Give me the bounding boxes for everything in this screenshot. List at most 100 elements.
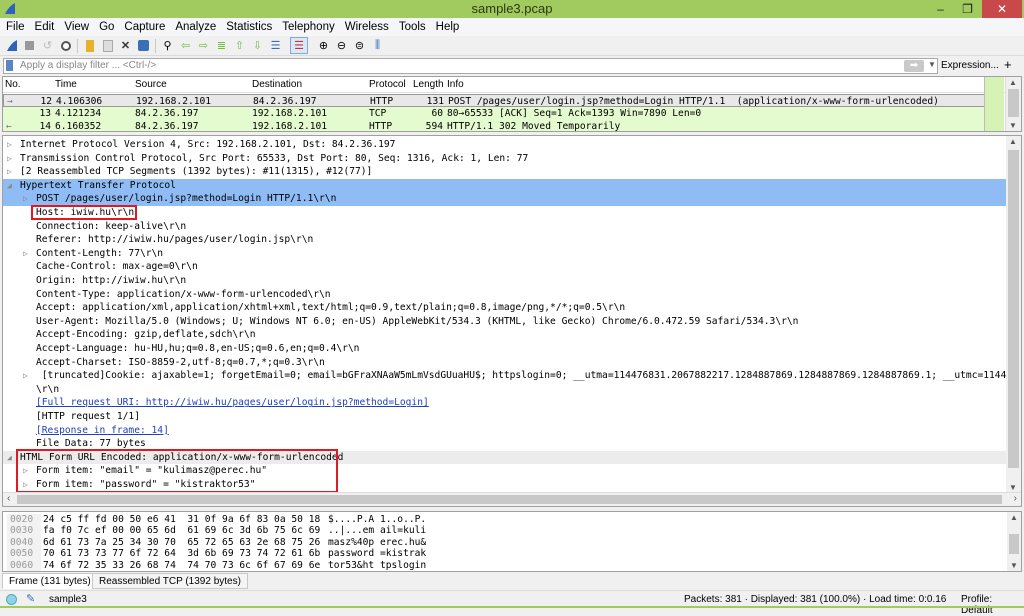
detail-tree-row[interactable]: Referer: http://iwiw.hu/pages/user/login… [3,233,1007,247]
packet-row[interactable]: ← 14 6.160352 84.2.36.197 192.168.2.101 HTTP 5… [3,120,985,131]
zoom-normal-icon[interactable]: ⊜ [352,38,367,53]
expert-info-icon[interactable] [6,594,17,605]
expand-arrow-icon[interactable]: ▷ [23,478,28,492]
detail-tree-row[interactable]: ▷ Transmission Control Protocol, Src Port… [3,152,1007,166]
minimize-button[interactable]: – [927,0,954,18]
menu-statistics[interactable]: Statistics [221,18,277,36]
detail-tree-row[interactable]: Host: iwiw.hu\r\n [3,206,1007,220]
detail-tree-row[interactable]: [HTTP request 1/1] [3,410,1007,424]
detail-tree-text[interactable]: [Full request URI: http://iwiw.hu/pages/… [36,396,429,410]
detail-tree-row[interactable]: File Data: 77 bytes [3,437,1007,451]
open-file-icon[interactable] [82,38,97,53]
packet-list-scrollbar[interactable]: ▲ ▼ [1005,77,1021,131]
capture-options-icon[interactable] [58,38,73,53]
detail-tree-row[interactable]: ▷ Internet Protocol Version 4, Src: 192.1… [3,138,1007,152]
capture-comment-icon[interactable]: ✎ [26,592,35,605]
hex-dump-row[interactable]: 0030 fa f0 7c ef 00 00 65 6d 61 69 6c 3d … [3,525,1003,538]
col-source[interactable]: Source [135,79,167,90]
restart-capture-icon[interactable]: ↺ [40,38,55,53]
menu-help[interactable]: Help [431,18,465,36]
filter-bookmark-icon[interactable] [6,60,13,71]
go-to-packet-icon[interactable]: ≣ [214,38,229,53]
detail-tree-row[interactable]: Accept-Language: hu-HU,hu;q=0.8,en-US;q=… [3,342,1007,356]
colorize-icon[interactable]: ☰ [290,37,308,54]
detail-tree-row[interactable]: [Response in frame: 14] [3,424,1007,438]
detail-tree-row[interactable]: ▷ Form item: "password" = "kistraktor53" [3,478,1007,492]
first-packet-icon[interactable]: ⇧ [232,38,247,53]
resize-columns-icon[interactable]: ⫼ [370,38,385,53]
menu-edit[interactable]: Edit [30,18,60,36]
start-capture-icon[interactable] [4,38,19,53]
col-time[interactable]: Time [55,79,77,90]
detail-tree-row[interactable]: ▷ POST /pages/user/login.jsp?method=Login… [3,192,1007,206]
detail-tree-row[interactable]: Cache-Control: max-age=0\r\n [3,260,1007,274]
autoscroll-icon[interactable]: ☰ [268,38,283,53]
reload-file-icon[interactable] [136,38,151,53]
maximize-button[interactable]: ❐ [954,0,981,18]
collapse-arrow-icon[interactable]: ◢ [7,451,12,465]
menu-analyze[interactable]: Analyze [170,18,221,36]
col-length[interactable]: Length [413,79,444,90]
tab-frame-bytes[interactable]: Frame (131 bytes) [2,573,98,589]
apply-filter-button[interactable]: ➡ [904,60,924,72]
col-info[interactable]: Info [447,79,464,90]
detail-tree-row[interactable]: Origin: http://iwiw.hu\r\n [3,274,1007,288]
expand-arrow-icon[interactable]: ▷ [7,165,12,179]
details-horizontal-scrollbar[interactable]: ‹ › [3,492,1021,506]
detail-tree-row[interactable]: Accept-Charset: ISO-8859-2,utf-8;q=0.7,*… [3,356,1007,370]
zoom-in-icon[interactable]: ⊕ [316,38,331,53]
detail-tree-row[interactable]: ◢ HTML Form URL Encoded: application/x-ww… [3,450,1007,465]
add-filter-button[interactable]: + [1004,57,1012,73]
detail-tree-row[interactable]: [Full request URI: http://iwiw.hu/pages/… [3,396,1007,410]
packet-row[interactable]: → 12 4.106306 192.168.2.101 84.2.36.197 HTTP 1… [3,94,985,107]
menu-go[interactable]: Go [94,18,119,36]
expand-arrow-icon[interactable]: ▷ [23,369,28,383]
hex-dump-row[interactable]: 0020 24 c5 ff fd 00 50 e6 41 31 0f 9a 6f … [3,514,1003,526]
hex-dump-row[interactable]: 0060 74 6f 72 35 33 26 68 74 74 70 73 6c … [3,559,1003,571]
detail-tree-row[interactable]: \r\n [3,383,1007,397]
expand-arrow-icon[interactable]: ▷ [7,152,12,166]
detail-tree-row[interactable]: Content-Type: application/x-www-form-url… [3,288,1007,302]
packet-minimap[interactable] [984,77,1004,131]
expression-button[interactable]: Expression... [941,58,999,74]
col-destination[interactable]: Destination [252,79,302,90]
col-protocol[interactable]: Protocol [369,79,406,90]
detail-tree-row[interactable]: ▷ [2 Reassembled TCP Segments (1392 bytes… [3,165,1007,179]
menu-telephony[interactable]: Telephony [277,18,339,36]
filter-history-dropdown[interactable]: ▼ [928,60,936,69]
last-packet-icon[interactable]: ⇩ [250,38,265,53]
detail-tree-row[interactable]: ▷ Form item: "email" = "kulimasz@perec.hu… [3,464,1007,478]
go-forward-icon[interactable]: ⇨ [196,38,211,53]
status-profile[interactable]: Profile: Default [961,594,1024,616]
stop-capture-icon[interactable] [22,38,37,53]
detail-tree-row[interactable]: ▷ [truncated]Cookie: ajaxable=1; forgetE… [3,369,1021,383]
menu-file[interactable]: File [0,18,30,36]
bytes-scrollbar[interactable]: ▲ ▼ [1007,512,1021,571]
hex-dump-row[interactable]: 0040 6d 61 73 7a 25 34 30 70 65 72 65 63 … [3,536,1003,549]
expand-arrow-icon[interactable]: ▷ [23,192,28,206]
menu-tools[interactable]: Tools [394,18,431,36]
tab-reassembled-tcp[interactable]: Reassembled TCP (1392 bytes) [92,573,248,589]
col-no[interactable]: No. [5,79,21,90]
find-packet-icon[interactable]: ⚲ [160,38,175,53]
hex-dump-row[interactable]: 0050 70 61 73 73 77 6f 72 64 3d 6b 69 73 … [3,548,1003,561]
detail-tree-row[interactable]: ▷ Content-Length: 77\r\n [3,247,1007,261]
details-vertical-scrollbar[interactable]: ▲ ▼ [1006,136,1021,493]
menu-capture[interactable]: Capture [119,18,170,36]
expand-arrow-icon[interactable]: ▷ [7,138,12,152]
zoom-out-icon[interactable]: ⊖ [334,38,349,53]
save-file-icon[interactable] [100,38,115,53]
detail-tree-row[interactable]: Connection: keep-alive\r\n [3,220,1007,234]
display-filter-input[interactable]: Apply a display filter ... <Ctrl-/> [3,58,938,74]
go-back-icon[interactable]: ⇦ [178,38,193,53]
detail-tree-row[interactable]: Accept: application/xml,application/xhtm… [3,301,1007,315]
packet-row[interactable]: 13 4.121234 84.2.36.197 192.168.2.101 TCP 60 8… [3,107,985,120]
collapse-arrow-icon[interactable]: ◢ [7,179,12,193]
detail-tree-row[interactable]: User-Agent: Mozilla/5.0 (Windows; U; Win… [3,315,1007,329]
close-file-icon[interactable]: ✕ [118,38,133,53]
menu-view[interactable]: View [59,18,94,36]
menu-wireless[interactable]: Wireless [340,18,394,36]
expand-arrow-icon[interactable]: ▷ [23,247,28,261]
detail-tree-row[interactable]: ◢ Hypertext Transfer Protocol [3,178,1007,193]
detail-tree-text[interactable]: [Response in frame: 14] [36,424,169,438]
